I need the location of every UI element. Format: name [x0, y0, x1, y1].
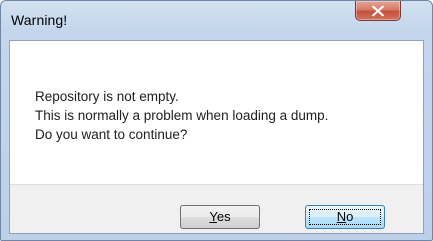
dialog-body: Repository is not empty. This is normall… — [9, 40, 424, 234]
yes-label-rest: es — [216, 209, 231, 224]
message-line: This is normally a problem when loading … — [35, 108, 329, 123]
yes-accelerator: Y — [209, 209, 217, 224]
no-button[interactable]: No — [305, 205, 385, 229]
warning-dialog: Warning! Repository is not empty. This i… — [0, 0, 433, 241]
close-button[interactable] — [355, 1, 401, 21]
dialog-title: Warning! — [11, 12, 68, 28]
title-bar[interactable]: Warning! — [1, 1, 432, 41]
message-text: Repository is not empty. This is normall… — [35, 87, 328, 144]
button-bar: Yes No — [10, 184, 423, 233]
close-icon — [372, 5, 384, 17]
no-label-rest: o — [346, 209, 354, 224]
yes-button[interactable]: Yes — [180, 205, 260, 229]
message-line: Repository is not empty. — [35, 89, 179, 104]
no-accelerator: N — [336, 209, 347, 224]
message-line: Do you want to continue? — [35, 127, 188, 142]
